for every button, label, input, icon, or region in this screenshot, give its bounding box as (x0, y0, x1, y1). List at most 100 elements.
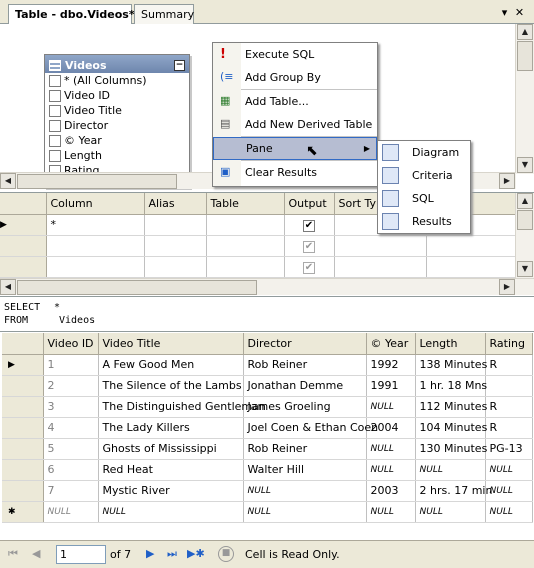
sql-pane[interactable]: SELECT * FROM Videos (0, 296, 534, 332)
result-cell[interactable]: 5 (43, 438, 99, 460)
table-row[interactable]: 2 The Silence of the Lambs Jonathan Demme 1… (2, 375, 533, 397)
previous-record-icon[interactable]: ◀ (32, 547, 40, 560)
result-cell[interactable]: Ghosts of Mississippi (98, 438, 244, 460)
row-selector[interactable] (2, 375, 44, 397)
criteria-sort-order-cell[interactable] (426, 256, 516, 278)
result-cell[interactable]: R (485, 354, 533, 376)
submenu-item-diagram[interactable]: Diagram (378, 141, 470, 164)
criteria-column-cell[interactable] (46, 256, 145, 278)
result-cell[interactable]: Jonathan Demme (243, 375, 367, 397)
criteria-vscroll[interactable]: ▲ ▼ (515, 193, 534, 278)
menu-item-add-table[interactable]: ▦ Add Table... (213, 90, 377, 113)
record-number-input[interactable] (56, 545, 106, 564)
table-column-item[interactable]: © Year (45, 133, 189, 148)
result-cell[interactable]: 2004 (366, 417, 416, 439)
scroll-up-icon[interactable]: ▲ (517, 24, 533, 40)
scroll-left-icon[interactable]: ◀ (0, 279, 16, 295)
result-cell[interactable]: 3 (43, 396, 99, 418)
row-selector[interactable] (0, 256, 47, 278)
result-cell[interactable]: R (485, 417, 533, 439)
result-cell[interactable]: 112 Minutes (415, 396, 487, 418)
criteria-row[interactable]: ✔ (0, 235, 516, 257)
last-record-icon[interactable]: ⏭ (167, 547, 177, 561)
menu-item-clear-results[interactable]: ▣ Clear Results (213, 161, 377, 184)
first-record-icon[interactable]: ⏮ (8, 547, 18, 561)
result-cell[interactable]: 1 (43, 354, 99, 376)
result-cell[interactable]: PG-13 (485, 438, 533, 460)
output-checkbox[interactable]: ✔ (303, 219, 315, 232)
criteria-output-cell[interactable]: ✔ (284, 214, 335, 236)
submenu-item-sql[interactable]: SQL (378, 187, 470, 210)
criteria-header[interactable]: Alias (144, 193, 207, 215)
menu-item-add-new-derived-table[interactable]: ▤ Add New Derived Table (213, 113, 377, 136)
table-row[interactable]: 5 Ghosts of Mississippi Rob Reiner NULL 130 … (2, 438, 533, 460)
result-cell[interactable]: Rob Reiner (243, 438, 367, 460)
criteria-row[interactable]: ✔ (0, 256, 516, 278)
results-header[interactable]: Rating (485, 333, 533, 355)
result-cell[interactable]: NULL (366, 438, 416, 460)
result-cell[interactable]: 2003 (366, 480, 416, 502)
result-cell[interactable]: 2 (43, 375, 99, 397)
criteria-output-cell[interactable]: ✔ (284, 256, 335, 278)
scroll-down-icon[interactable]: ▼ (517, 261, 533, 277)
result-cell[interactable]: 4 (43, 417, 99, 439)
scroll-thumb[interactable] (17, 280, 257, 295)
criteria-column-cell[interactable] (46, 235, 145, 257)
table-row[interactable]: ▶ 1 A Few Good Men Rob Reiner 1992 138 Minute… (2, 354, 533, 376)
criteria-table-cell[interactable] (206, 214, 285, 236)
result-cell[interactable]: Walter Hill (243, 459, 367, 481)
table-row[interactable]: ✱ NULL NULL NULL NULL NULL NULL (2, 501, 533, 523)
table-column-item[interactable]: Video ID (45, 88, 189, 103)
table-column-item[interactable]: Director (45, 118, 189, 133)
table-box-title[interactable]: Videos − (45, 55, 189, 73)
results-header[interactable]: Director (243, 333, 367, 355)
results-header[interactable]: Video Title (98, 333, 244, 355)
output-checkbox[interactable]: ✔ (303, 240, 315, 253)
result-cell[interactable]: 7 (43, 480, 99, 502)
close-icon[interactable]: ✕ (513, 6, 526, 19)
result-cell[interactable]: NULL (485, 459, 533, 481)
result-cell[interactable]: The Lady Killers (98, 417, 244, 439)
submenu-item-results[interactable]: Results (378, 210, 470, 233)
scroll-left-icon[interactable]: ◀ (0, 173, 16, 189)
table-row[interactable]: 3 The Distinguished Gentleman James Groeli… (2, 396, 533, 418)
row-selector[interactable]: ▶ (2, 354, 44, 376)
result-cell[interactable]: NULL (485, 501, 533, 523)
result-cell[interactable]: Rob Reiner (243, 354, 367, 376)
tab-summary[interactable]: Summary (134, 4, 194, 24)
scroll-down-icon[interactable]: ▼ (517, 157, 533, 173)
row-selector[interactable] (0, 235, 47, 257)
scroll-thumb[interactable] (517, 210, 533, 230)
result-cell[interactable]: NULL (98, 501, 244, 523)
criteria-table-cell[interactable] (206, 235, 285, 257)
submenu-item-criteria[interactable]: Criteria (378, 164, 470, 187)
diagram-vscroll[interactable]: ▲ ▼ (515, 24, 534, 174)
menu-item-add-group-by[interactable]: (≡ Add Group By (213, 66, 377, 89)
column-checkbox[interactable] (49, 104, 61, 117)
results-header[interactable]: Video ID (43, 333, 99, 355)
result-cell[interactable]: R (485, 396, 533, 418)
result-cell[interactable]: NULL (366, 459, 416, 481)
result-cell[interactable] (485, 375, 533, 397)
result-cell[interactable]: The Silence of the Lambs (98, 375, 244, 397)
next-record-icon[interactable]: ▶ (146, 547, 154, 560)
result-cell[interactable]: 1992 (366, 354, 416, 376)
criteria-column-cell[interactable]: * (46, 214, 145, 236)
criteria-table-cell[interactable] (206, 256, 285, 278)
scroll-thumb[interactable] (517, 41, 533, 71)
scroll-up-icon[interactable]: ▲ (517, 193, 533, 209)
criteria-header[interactable]: Table (206, 193, 285, 215)
row-selector[interactable] (2, 438, 44, 460)
results-header[interactable]: © Year (366, 333, 416, 355)
table-row[interactable]: 6 Red Heat Walter Hill NULL NULL NULL (2, 459, 533, 481)
result-cell[interactable]: Red Heat (98, 459, 244, 481)
result-cell[interactable]: NULL (43, 501, 99, 523)
result-cell[interactable]: Mystic River (98, 480, 244, 502)
result-cell[interactable]: Joel Coen & Ethan Coen (243, 417, 378, 439)
criteria-sort-type-cell[interactable] (334, 235, 427, 257)
criteria-sort-order-cell[interactable] (426, 235, 516, 257)
criteria-alias-cell[interactable] (144, 256, 207, 278)
criteria-alias-cell[interactable] (144, 214, 207, 236)
table-row[interactable]: 7 Mystic River NULL 2003 2 hrs. 17 min NULL (2, 480, 533, 502)
result-cell[interactable]: 138 Minutes (415, 354, 487, 376)
